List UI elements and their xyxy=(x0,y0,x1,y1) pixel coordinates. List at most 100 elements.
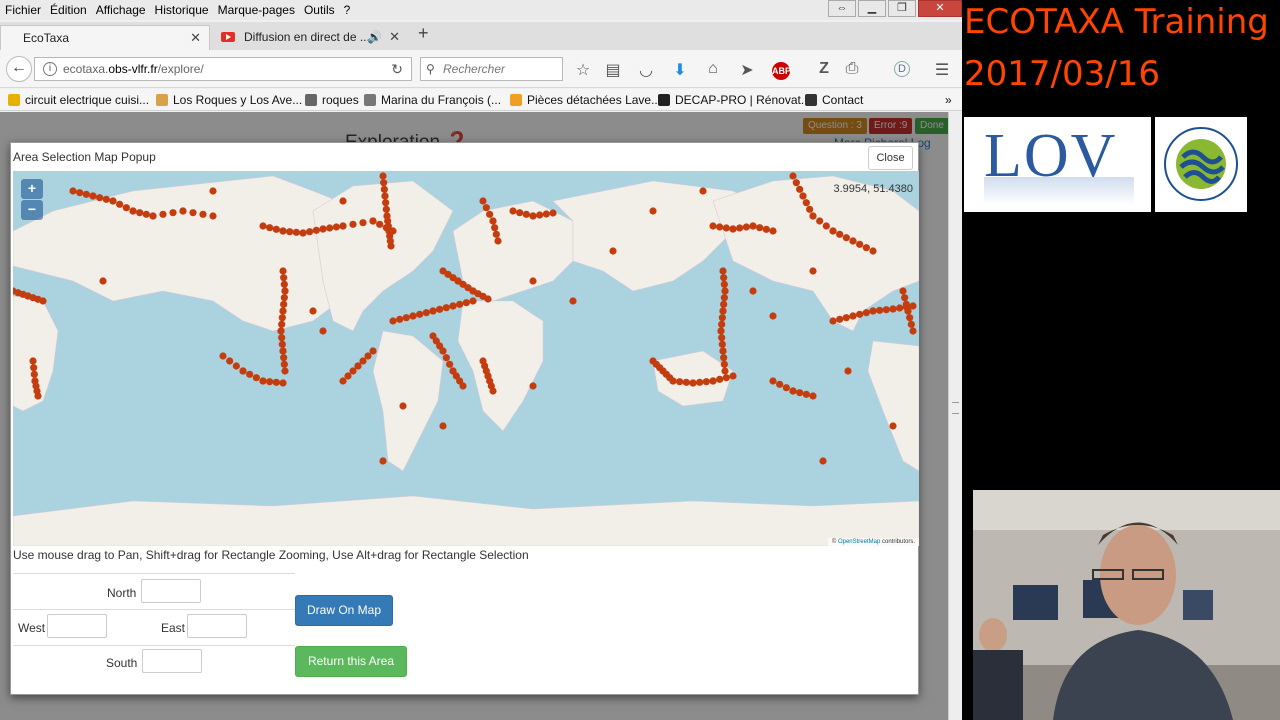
sample-point xyxy=(30,370,38,378)
bookmark-icon xyxy=(364,94,376,106)
bookmark-item[interactable]: Marina du François (... xyxy=(364,93,501,107)
info-icon[interactable]: i xyxy=(43,62,57,76)
tab-close-icon[interactable]: ✕ xyxy=(190,26,201,50)
menu-tools[interactable]: Outils xyxy=(299,0,339,17)
world-map[interactable]: + − 3.9954, 51.4380 © OpenStreetMap cont… xyxy=(13,171,919,546)
bookmarks-overflow-icon[interactable]: » xyxy=(945,93,952,107)
menu-edit[interactable]: Édition xyxy=(45,0,91,17)
bookmark-item[interactable]: Pièces détachées Lave... xyxy=(510,93,661,107)
minimize-icon[interactable]: ▁ xyxy=(858,0,886,17)
observatoire-emblem xyxy=(1164,127,1238,201)
sample-point xyxy=(869,307,877,315)
form-divider xyxy=(13,609,295,610)
east-input[interactable] xyxy=(187,614,247,638)
return-area-button[interactable]: Return this Area xyxy=(295,646,407,677)
reading-list-icon[interactable]: ▤ xyxy=(603,60,623,80)
hamburger-menu-icon[interactable]: ☰ xyxy=(932,60,952,80)
sample-point xyxy=(209,187,217,195)
back-icon[interactable]: ← xyxy=(6,56,32,82)
zoom-out-button[interactable]: − xyxy=(21,200,43,220)
sample-point xyxy=(717,327,725,335)
sample-point xyxy=(319,225,327,233)
zoom-in-button[interactable]: + xyxy=(21,179,43,199)
draw-on-map-button[interactable]: Draw On Map xyxy=(295,595,393,626)
sample-point xyxy=(278,334,286,342)
south-input[interactable] xyxy=(142,649,202,673)
north-input[interactable] xyxy=(141,579,201,603)
west-label: West xyxy=(18,621,46,635)
tab-close-icon[interactable]: ✕ xyxy=(389,25,400,49)
webcam-feed xyxy=(973,490,1280,720)
url-bar[interactable]: i ecotaxa.obs-vlfr.fr/explore/ ↻ xyxy=(34,57,412,81)
sample-point xyxy=(379,172,387,180)
sample-point xyxy=(259,222,267,230)
sample-point xyxy=(862,309,870,317)
tab-ecotaxa[interactable]: EcoTaxa ✕ xyxy=(0,25,210,50)
sample-point xyxy=(549,209,557,217)
restore-icon[interactable]: ⇔ xyxy=(828,0,856,17)
bookmark-item[interactable]: DECAP-PRO | Rénovat... xyxy=(658,93,811,107)
speaker-icon[interactable]: 🔊 xyxy=(367,25,382,49)
sample-point xyxy=(279,347,287,355)
sample-point xyxy=(829,227,837,235)
sample-point xyxy=(281,367,289,375)
sample-point xyxy=(102,195,110,203)
window-close-icon[interactable]: ✕ xyxy=(918,0,962,17)
sample-point xyxy=(436,305,444,313)
bookmark-item[interactable]: Los Roques y Los Ave... xyxy=(156,93,302,107)
menu-view[interactable]: Affichage xyxy=(91,0,150,17)
training-title-line2: 2017/03/16 xyxy=(964,54,1160,94)
bookmark-item[interactable]: roques xyxy=(305,93,359,107)
send-icon[interactable]: ➤ xyxy=(737,60,757,80)
star-icon[interactable]: ☆ xyxy=(573,60,593,80)
sample-point xyxy=(280,274,288,282)
sample-point xyxy=(836,315,844,323)
page-scrollbar[interactable] xyxy=(948,112,962,720)
sample-point xyxy=(312,226,320,234)
bookmark-item[interactable]: circuit electrique cuisi... xyxy=(8,93,149,107)
url-domain: obs-vlfr.fr xyxy=(108,62,158,76)
map-attribution: © OpenStreetMap contributors. xyxy=(827,538,919,546)
adblock-icon[interactable]: ABP xyxy=(772,62,791,80)
scrollbar-handle[interactable] xyxy=(952,402,959,414)
sample-point xyxy=(278,320,286,328)
sample-point xyxy=(896,304,904,312)
menu-help[interactable]: ? xyxy=(339,0,355,17)
sample-point xyxy=(396,315,404,323)
bookmark-label: Marina du François (... xyxy=(381,93,502,107)
sample-point xyxy=(721,367,729,375)
bookmark-item[interactable]: Contact xyxy=(805,93,863,107)
search-input[interactable]: ⚲ Rechercher xyxy=(420,57,563,81)
sample-point xyxy=(719,347,727,355)
sample-point xyxy=(842,314,850,322)
menu-bookmarks[interactable]: Marque-pages xyxy=(213,0,299,17)
sample-point xyxy=(96,194,104,202)
north-label: North xyxy=(107,586,137,600)
menu-history[interactable]: Historique xyxy=(150,0,213,17)
sample-point xyxy=(469,297,477,305)
sample-point xyxy=(889,422,897,430)
extension-d-icon[interactable]: D xyxy=(894,61,910,77)
attribution-link[interactable]: OpenStreetMap xyxy=(838,539,880,545)
sample-point xyxy=(278,340,286,348)
zotero-icon[interactable]: Z xyxy=(814,60,834,78)
sample-point xyxy=(280,294,288,302)
east-label: East xyxy=(161,621,186,635)
sample-point xyxy=(849,312,857,320)
home-icon[interactable]: ⌂ xyxy=(703,60,723,78)
sample-point xyxy=(769,377,777,385)
sample-point xyxy=(907,320,915,328)
west-input[interactable] xyxy=(47,614,107,638)
sample-point xyxy=(489,387,497,395)
sample-point xyxy=(529,277,537,285)
menu-file[interactable]: Fichier xyxy=(0,0,45,17)
lov-logo-text: LOV xyxy=(984,122,1118,190)
maximize-icon[interactable]: ❐ xyxy=(888,0,916,17)
reload-icon[interactable]: ↻ xyxy=(391,58,403,80)
pocket-icon[interactable]: ◡ xyxy=(636,60,656,80)
print-icon[interactable]: ⎙ xyxy=(842,60,862,78)
tab-youtube[interactable]: Diffusion en direct de ... 🔊 ✕ xyxy=(212,25,408,50)
download-icon[interactable]: ⬇ xyxy=(670,60,690,80)
close-button[interactable]: Close xyxy=(868,146,913,170)
new-tab-icon[interactable]: + xyxy=(418,23,429,44)
